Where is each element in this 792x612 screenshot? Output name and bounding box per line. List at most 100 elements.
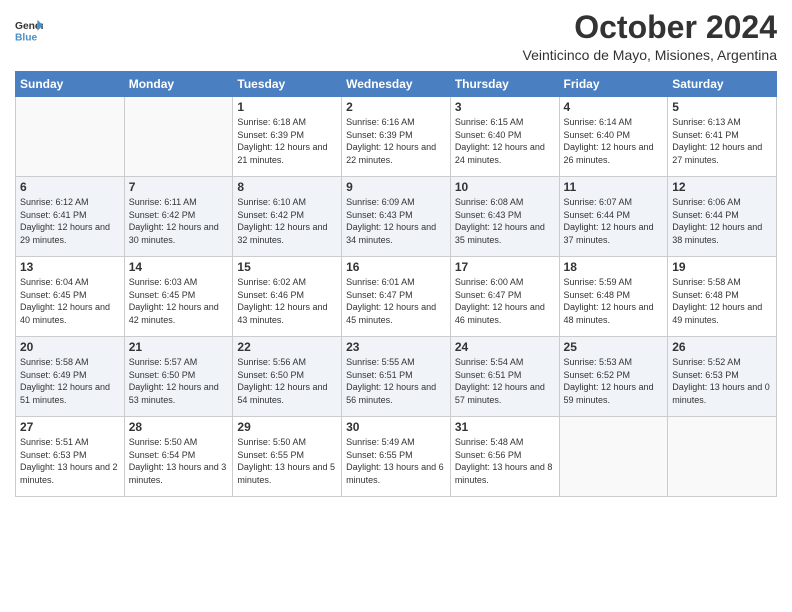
calendar-cell: 27Sunrise: 5:51 AM Sunset: 6:53 PM Dayli… [16, 417, 125, 497]
calendar-cell: 8 Sunrise: 6:10 AM Sunset: 6:42 PM Daylig… [233, 177, 342, 257]
calendar-cell: 26 Sunrise: 5:52 AM Sunset: 6:53 PM Dayli… [668, 337, 777, 417]
cell-info: Sunrise: 5:58 AM Sunset: 6:49 PM Dayligh… [20, 356, 120, 406]
logo-icon: General Blue [15, 16, 43, 44]
month-title: October 2024 [523, 10, 777, 45]
day-header-saturday: Saturday [668, 72, 777, 97]
calendar-week-row: 13 Sunrise: 6:04 AM Sunset: 6:45 PM Dayli… [16, 257, 777, 337]
calendar-header-row: SundayMondayTuesdayWednesdayThursdayFrid… [16, 72, 777, 97]
cell-info: Sunrise: 6:16 AM Sunset: 6:39 PM Dayligh… [346, 116, 446, 166]
day-header-thursday: Thursday [450, 72, 559, 97]
calendar-cell: 18Sunrise: 5:59 AM Sunset: 6:48 PM Dayli… [559, 257, 668, 337]
cell-info: Sunrise: 5:56 AM Sunset: 6:50 PM Dayligh… [237, 356, 337, 406]
calendar-cell: 15 Sunrise: 6:02 AM Sunset: 6:46 PM Dayli… [233, 257, 342, 337]
calendar-cell: 10 Sunrise: 6:08 AM Sunset: 6:43 PM Dayli… [450, 177, 559, 257]
logo: General Blue [15, 16, 43, 44]
calendar-cell: 7 Sunrise: 6:11 AM Sunset: 6:42 PM Daylig… [124, 177, 233, 257]
day-number: 13 [20, 260, 120, 274]
day-number: 29 [237, 420, 337, 434]
cell-info: Sunrise: 5:50 AM Sunset: 6:54 PM Dayligh… [129, 436, 229, 486]
day-number: 4 [564, 100, 664, 114]
calendar-cell: 28Sunrise: 5:50 AM Sunset: 6:54 PM Dayli… [124, 417, 233, 497]
day-number: 7 [129, 180, 229, 194]
cell-info: Sunrise: 5:49 AM Sunset: 6:55 PM Dayligh… [346, 436, 446, 486]
calendar-cell [668, 417, 777, 497]
calendar-cell: 2Sunrise: 6:16 AM Sunset: 6:39 PM Daylig… [342, 97, 451, 177]
calendar-cell: 31 Sunrise: 5:48 AM Sunset: 6:56 PM Dayli… [450, 417, 559, 497]
day-number: 20 [20, 340, 120, 354]
calendar-cell: 19 Sunrise: 5:58 AM Sunset: 6:48 PM Dayli… [668, 257, 777, 337]
cell-info: Sunrise: 6:00 AM Sunset: 6:47 PM Dayligh… [455, 276, 555, 326]
day-number: 30 [346, 420, 446, 434]
calendar-cell: 20 Sunrise: 5:58 AM Sunset: 6:49 PM Dayli… [16, 337, 125, 417]
cell-info: Sunrise: 6:10 AM Sunset: 6:42 PM Dayligh… [237, 196, 337, 246]
cell-info: Sunrise: 6:13 AM Sunset: 6:41 PM Dayligh… [672, 116, 772, 166]
calendar-cell [124, 97, 233, 177]
day-number: 9 [346, 180, 446, 194]
calendar-cell [559, 417, 668, 497]
cell-info: Sunrise: 6:08 AM Sunset: 6:43 PM Dayligh… [455, 196, 555, 246]
cell-info: Sunrise: 6:01 AM Sunset: 6:47 PM Dayligh… [346, 276, 446, 326]
calendar-cell: 9 Sunrise: 6:09 AM Sunset: 6:43 PM Daylig… [342, 177, 451, 257]
day-number: 17 [455, 260, 555, 274]
day-number: 19 [672, 260, 772, 274]
calendar-cell: 24Sunrise: 5:54 AM Sunset: 6:51 PM Dayli… [450, 337, 559, 417]
cell-info: Sunrise: 6:18 AM Sunset: 6:39 PM Dayligh… [237, 116, 337, 166]
calendar-cell: 12 Sunrise: 6:06 AM Sunset: 6:44 PM Dayli… [668, 177, 777, 257]
calendar-cell: 1 Sunrise: 6:18 AM Sunset: 6:39 PM Daylig… [233, 97, 342, 177]
calendar-cell: 17 Sunrise: 6:00 AM Sunset: 6:47 PM Dayli… [450, 257, 559, 337]
calendar-cell: 23 Sunrise: 5:55 AM Sunset: 6:51 PM Dayli… [342, 337, 451, 417]
cell-info: Sunrise: 5:53 AM Sunset: 6:52 PM Dayligh… [564, 356, 664, 406]
cell-info: Sunrise: 6:06 AM Sunset: 6:44 PM Dayligh… [672, 196, 772, 246]
calendar-cell: 11Sunrise: 6:07 AM Sunset: 6:44 PM Dayli… [559, 177, 668, 257]
cell-info: Sunrise: 6:14 AM Sunset: 6:40 PM Dayligh… [564, 116, 664, 166]
day-header-wednesday: Wednesday [342, 72, 451, 97]
day-number: 16 [346, 260, 446, 274]
calendar-cell: 6 Sunrise: 6:12 AM Sunset: 6:41 PM Daylig… [16, 177, 125, 257]
page-header: General Blue October 2024 Veinticinco de… [15, 10, 777, 63]
calendar-cell: 16 Sunrise: 6:01 AM Sunset: 6:47 PM Dayli… [342, 257, 451, 337]
calendar-table: SundayMondayTuesdayWednesdayThursdayFrid… [15, 71, 777, 497]
calendar-cell: 25 Sunrise: 5:53 AM Sunset: 6:52 PM Dayli… [559, 337, 668, 417]
calendar-cell: 13 Sunrise: 6:04 AM Sunset: 6:45 PM Dayli… [16, 257, 125, 337]
calendar-week-row: 6 Sunrise: 6:12 AM Sunset: 6:41 PM Daylig… [16, 177, 777, 257]
day-header-monday: Monday [124, 72, 233, 97]
cell-info: Sunrise: 5:57 AM Sunset: 6:50 PM Dayligh… [129, 356, 229, 406]
calendar-cell: 22 Sunrise: 5:56 AM Sunset: 6:50 PM Dayli… [233, 337, 342, 417]
calendar-cell: 14Sunrise: 6:03 AM Sunset: 6:45 PM Dayli… [124, 257, 233, 337]
calendar-cell: 21 Sunrise: 5:57 AM Sunset: 6:50 PM Dayli… [124, 337, 233, 417]
cell-info: Sunrise: 5:51 AM Sunset: 6:53 PM Dayligh… [20, 436, 120, 486]
day-number: 8 [237, 180, 337, 194]
day-number: 22 [237, 340, 337, 354]
cell-info: Sunrise: 6:04 AM Sunset: 6:45 PM Dayligh… [20, 276, 120, 326]
calendar-cell [16, 97, 125, 177]
day-number: 21 [129, 340, 229, 354]
calendar-week-row: 27Sunrise: 5:51 AM Sunset: 6:53 PM Dayli… [16, 417, 777, 497]
day-number: 23 [346, 340, 446, 354]
day-number: 5 [672, 100, 772, 114]
calendar-cell: 3Sunrise: 6:15 AM Sunset: 6:40 PM Daylig… [450, 97, 559, 177]
day-number: 12 [672, 180, 772, 194]
day-number: 1 [237, 100, 337, 114]
cell-info: Sunrise: 5:59 AM Sunset: 6:48 PM Dayligh… [564, 276, 664, 326]
calendar-cell: 5 Sunrise: 6:13 AM Sunset: 6:41 PM Daylig… [668, 97, 777, 177]
day-number: 25 [564, 340, 664, 354]
cell-info: Sunrise: 5:54 AM Sunset: 6:51 PM Dayligh… [455, 356, 555, 406]
cell-info: Sunrise: 5:50 AM Sunset: 6:55 PM Dayligh… [237, 436, 337, 486]
day-number: 26 [672, 340, 772, 354]
cell-info: Sunrise: 5:55 AM Sunset: 6:51 PM Dayligh… [346, 356, 446, 406]
day-number: 31 [455, 420, 555, 434]
cell-info: Sunrise: 6:09 AM Sunset: 6:43 PM Dayligh… [346, 196, 446, 246]
cell-info: Sunrise: 6:12 AM Sunset: 6:41 PM Dayligh… [20, 196, 120, 246]
day-number: 6 [20, 180, 120, 194]
calendar-week-row: 1 Sunrise: 6:18 AM Sunset: 6:39 PM Daylig… [16, 97, 777, 177]
location-subtitle: Veinticinco de Mayo, Misiones, Argentina [523, 47, 777, 63]
day-number: 15 [237, 260, 337, 274]
day-number: 10 [455, 180, 555, 194]
cell-info: Sunrise: 5:52 AM Sunset: 6:53 PM Dayligh… [672, 356, 772, 406]
cell-info: Sunrise: 5:48 AM Sunset: 6:56 PM Dayligh… [455, 436, 555, 486]
cell-info: Sunrise: 6:02 AM Sunset: 6:46 PM Dayligh… [237, 276, 337, 326]
calendar-week-row: 20 Sunrise: 5:58 AM Sunset: 6:49 PM Dayli… [16, 337, 777, 417]
cell-info: Sunrise: 6:07 AM Sunset: 6:44 PM Dayligh… [564, 196, 664, 246]
cell-info: Sunrise: 6:11 AM Sunset: 6:42 PM Dayligh… [129, 196, 229, 246]
cell-info: Sunrise: 5:58 AM Sunset: 6:48 PM Dayligh… [672, 276, 772, 326]
